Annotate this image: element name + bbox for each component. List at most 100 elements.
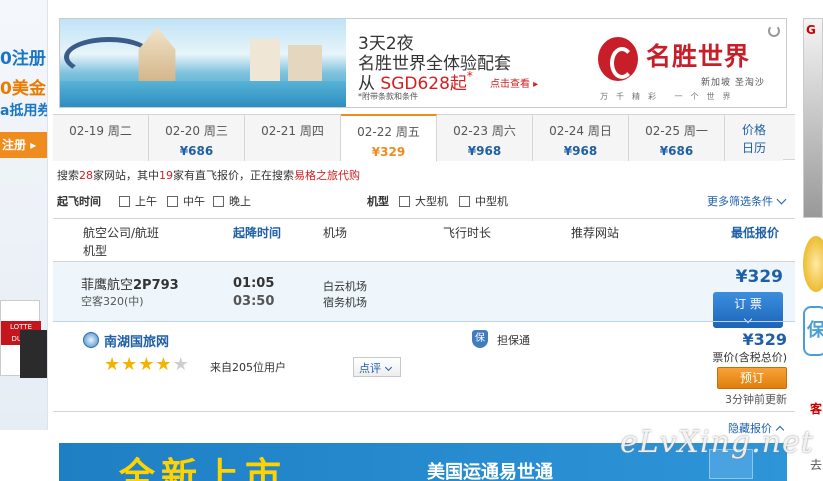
filter-option-label: 上午 <box>135 195 157 208</box>
promo-line-1: 0注册 <box>0 49 46 69</box>
col-aircraft: 机型 <box>83 244 108 258</box>
depart-time-label: 起飞时间 <box>57 195 101 208</box>
filter-noon[interactable]: 中午 <box>167 193 205 209</box>
promo-line-3: a抵用券 <box>0 103 48 119</box>
medal-icon <box>803 236 823 292</box>
star-icon: ★ <box>104 354 121 375</box>
date-price: ¥686 <box>179 144 214 158</box>
flight-row: 菲鹰航空2P793 空客320(中) 01:05 03:50 白云机场 宿务机场… <box>53 261 795 328</box>
date-price: ¥968 <box>563 144 598 158</box>
date-label: 02-22 周五 <box>357 125 420 139</box>
updated-time: 3分钟前更新 <box>725 393 787 406</box>
date-tab[interactable]: 02-24 周日 ¥968 <box>533 115 629 161</box>
col-site: 推荐网站 <box>571 226 620 240</box>
col-duration: 飞行时长 <box>443 226 492 240</box>
search-status-text: 家网站，其中 <box>93 169 159 182</box>
left-promo-ad[interactable]: 0注册 0美金 a抵用券 注册 ▸ LOTTEDUTY <box>0 0 48 430</box>
resort-logo-icon <box>598 37 638 81</box>
search-status-text: 搜索 <box>57 169 79 182</box>
bottom-ad-brand: 美国运通易世通 <box>427 462 553 481</box>
agent-price: ¥329 <box>742 330 787 349</box>
col-airport: 机场 <box>323 226 348 240</box>
agent-name-link[interactable]: 南湖国旅网 <box>104 331 169 350</box>
filter-medium-aircraft[interactable]: 中型机 <box>459 193 508 209</box>
checkbox-icon[interactable] <box>459 195 470 207</box>
calendar-label-1: 价格 <box>741 123 766 137</box>
date-price: ¥329 <box>371 145 406 159</box>
date-tab[interactable]: 02-23 周六 ¥968 <box>437 115 533 161</box>
filter-option-label: 中型机 <box>475 195 508 208</box>
banner-ad[interactable]: 3天2夜 名胜世界全体验配套 从 SGD628起* 点击查看 ▸ *附带条款和条… <box>59 18 787 108</box>
review-dropdown[interactable]: 点评 <box>353 357 401 377</box>
search-status-text: 家有直飞报价，正在搜索 <box>173 169 294 182</box>
filter-option-label: 大型机 <box>415 195 448 208</box>
filter-evening[interactable]: 晚上 <box>213 193 251 209</box>
more-filters-label: 更多筛选条件 <box>707 195 773 208</box>
globe-icon <box>83 332 99 348</box>
star-icon: ★ <box>155 354 172 375</box>
resort-brand: 名胜世界 <box>646 42 751 71</box>
star-icon: ★ <box>121 354 138 375</box>
filter-option-label: 中午 <box>183 195 205 208</box>
promo-line-2: 0美金 <box>0 79 46 99</box>
calendar-label-2: 日历 <box>741 141 766 155</box>
resort-tagline: 万千精彩 一个世界 <box>600 92 739 101</box>
flight-number: 2P793 <box>133 278 179 293</box>
arrive-time: 03:50 <box>233 294 275 309</box>
checkbox-icon[interactable] <box>213 195 224 207</box>
arrive-airport: 宿务机场 <box>323 296 367 309</box>
col-depart-sort[interactable]: 起降时间 <box>233 224 281 241</box>
date-label: 02-24 周日 <box>549 124 612 138</box>
rating-users: 来自205位用户 <box>210 361 286 374</box>
date-price: ¥968 <box>467 144 502 158</box>
guarantee-shield-icon: 保 <box>472 330 488 348</box>
filter-bar: 起飞时间 上午 中午 晚上 机型 大型机 中型机 更多筛选条件 <box>57 192 791 210</box>
banner-fine-print: *附带条款和条件 <box>358 92 418 101</box>
flight-airline: 菲鹰航空2P793 <box>81 274 179 293</box>
date-label: 02-19 周二 <box>69 124 132 138</box>
filter-option-label: 晚上 <box>229 195 251 208</box>
checkbox-icon[interactable] <box>119 195 130 207</box>
right-ad-banner[interactable]: G <box>803 18 823 218</box>
right-ad-char: 客 <box>810 402 823 416</box>
checkbox-icon[interactable] <box>167 195 178 207</box>
chevron-down-icon <box>384 363 393 372</box>
date-tab-selected[interactable]: 02-22 周五 ¥329 <box>341 114 437 162</box>
promo-register-button[interactable]: 注册 ▸ <box>0 132 47 158</box>
depart-time: 01:05 <box>233 276 275 291</box>
date-label: 02-20 周三 <box>165 124 228 138</box>
checkbox-icon[interactable] <box>399 195 410 207</box>
price-calendar-link[interactable]: 价格 日历 <box>725 115 783 161</box>
date-label: 02-23 周六 <box>453 124 516 138</box>
results-table-header: 航空公司/航班 机型 起降时间 机场 飞行时长 推荐网站 最低报价 <box>53 218 795 261</box>
more-filters-link[interactable]: 更多筛选条件 <box>707 193 787 209</box>
filter-morning[interactable]: 上午 <box>119 193 157 209</box>
col-lowest-sort[interactable]: 最低报价 <box>731 224 779 241</box>
order-button[interactable]: 预订 <box>717 367 787 389</box>
date-tab[interactable]: 02-25 周一 ¥686 <box>629 115 725 161</box>
site-watermark: eLvXing.net <box>620 425 814 460</box>
date-tab[interactable]: 02-20 周三 ¥686 <box>149 115 245 161</box>
promo-register-label: 注册 <box>2 138 27 152</box>
date-price: ¥686 <box>659 144 694 158</box>
filter-large-aircraft[interactable]: 大型机 <box>399 193 448 209</box>
banner-view-link[interactable]: 点击查看 ▸ <box>490 75 538 90</box>
direct-count: 19 <box>159 169 173 182</box>
date-tab[interactable]: 02-19 周二 <box>53 115 149 161</box>
depart-airport: 白云机场 <box>323 280 367 293</box>
book-label: 订 票 <box>734 297 762 311</box>
shopping-bag-image-2 <box>20 330 47 378</box>
flight-aircraft: 空客320(中) <box>81 295 144 308</box>
date-tab[interactable]: 02-21 周四 <box>245 115 341 161</box>
right-ad-strip: G 保 客 去 <box>800 0 823 481</box>
search-status: 搜索28家网站，其中19家有直飞报价，正在搜索易格之旅代购 <box>57 167 360 183</box>
chevron-down-icon <box>776 194 787 205</box>
banner-price-asterisk: * <box>466 69 473 83</box>
date-tabs: 02-19 周二 02-20 周三 ¥686 02-21 周四 02-22 周五 ¥… <box>53 114 795 162</box>
results-panel: 3天2夜 名胜世界全体验配套 从 SGD628起* 点击查看 ▸ *附带条款和条… <box>53 0 795 481</box>
guarantee-badge[interactable]: 保 <box>803 306 823 356</box>
agent-quote-row: 南湖国旅网 ★ ★ ★ ★ ★ 来自205位用户 点评 保 担保通 ¥329 票… <box>53 321 795 411</box>
site-count: 28 <box>79 169 93 182</box>
refresh-icon[interactable] <box>768 25 780 37</box>
guarantee-label: 担保通 <box>497 334 530 347</box>
